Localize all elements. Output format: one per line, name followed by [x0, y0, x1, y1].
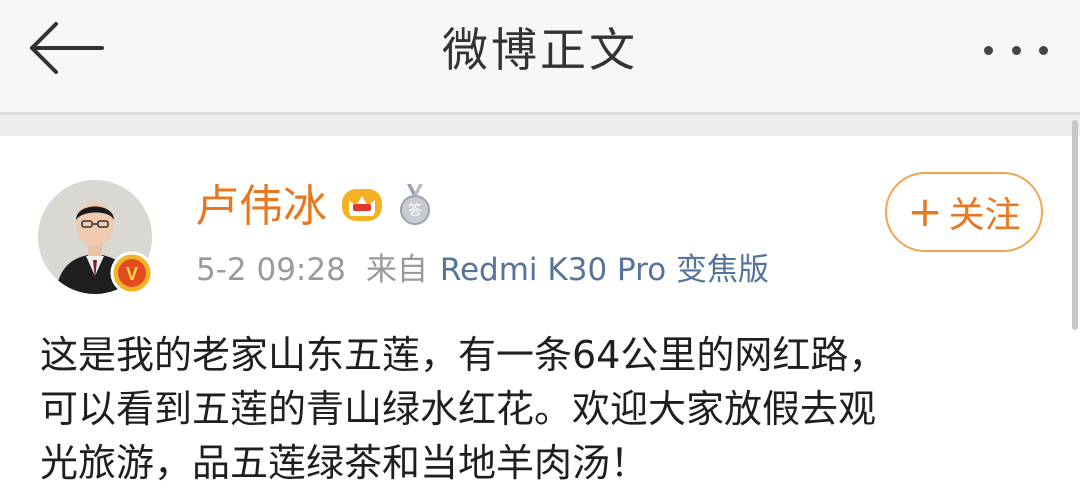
crown-icon [342, 189, 382, 221]
weibo-post: V 卢伟冰 答 + 关注 5-2 09:28 来自 Redmi K30 Pro 变焦… [0, 136, 1080, 504]
source-label: 来自 [365, 252, 428, 288]
page-title: 微博正文 [442, 23, 638, 77]
follow-label: 关注 [948, 195, 1021, 236]
device-link[interactable]: Redmi K30 Pro 变焦版 [440, 252, 769, 288]
verified-letter: V [126, 264, 138, 284]
more-dot-icon [1039, 45, 1048, 55]
scrollbar[interactable] [1072, 120, 1078, 330]
post-time: 5-2 09:28 [196, 252, 346, 288]
follow-button[interactable]: + 关注 [885, 172, 1043, 252]
more-dot-icon [984, 45, 993, 55]
top-nav-bar: 微博正文 [0, 0, 1080, 112]
medal-icon: 答 [400, 184, 430, 225]
user-name[interactable]: 卢伟冰 [195, 180, 327, 234]
post-text-line: 这是我的老家山东五莲，有一条64公里的网红路， [40, 333, 887, 377]
post-text-line: 光旅游，品五莲绿茶和当地羊肉汤！ [40, 441, 649, 485]
section-gap [0, 115, 1080, 136]
post-meta: 5-2 09:28 来自 Redmi K30 Pro 变焦版 [196, 248, 769, 292]
verified-v-icon: V [110, 251, 154, 295]
more-dot-icon [1011, 45, 1021, 55]
plus-icon: + [907, 187, 943, 236]
medal-letter: 答 [408, 202, 422, 219]
more-button[interactable] [976, 28, 1056, 72]
post-content: 这是我的老家山东五莲，有一条64公里的网红路， 可以看到五莲的青山绿水红花。欢迎… [40, 328, 1040, 490]
post-text-line: 可以看到五莲的青山绿水红花。欢迎大家放假去观 [40, 387, 877, 431]
